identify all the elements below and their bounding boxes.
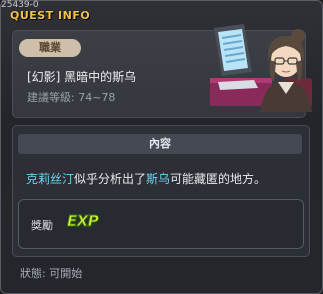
npc-portrait-icon (210, 24, 312, 112)
description-text-end: 可能藏匿的地方。 (170, 172, 267, 186)
target-name-highlight: 斯乌 (146, 172, 171, 186)
quest-description: 克莉丝汀似乎分析出了斯乌可能藏匿的地方。 (26, 170, 266, 187)
window-title: QUEST INFO (10, 9, 91, 22)
reward-label: 獎勵 (31, 219, 53, 232)
reward-box (18, 199, 304, 249)
exp-reward-icon: EXP (66, 212, 99, 231)
recommended-level: 建議等級: 74~78 (27, 91, 116, 104)
description-text: 似乎分析出了 (74, 172, 147, 186)
quest-status: 狀態: 可開始 (20, 267, 83, 280)
quest-name: [幻影] 黑暗中的斯乌 (27, 70, 137, 84)
job-badge: 職業 (19, 39, 81, 57)
npc-name-highlight: 克莉丝汀 (26, 172, 75, 186)
content-header: 內容 (18, 134, 302, 154)
